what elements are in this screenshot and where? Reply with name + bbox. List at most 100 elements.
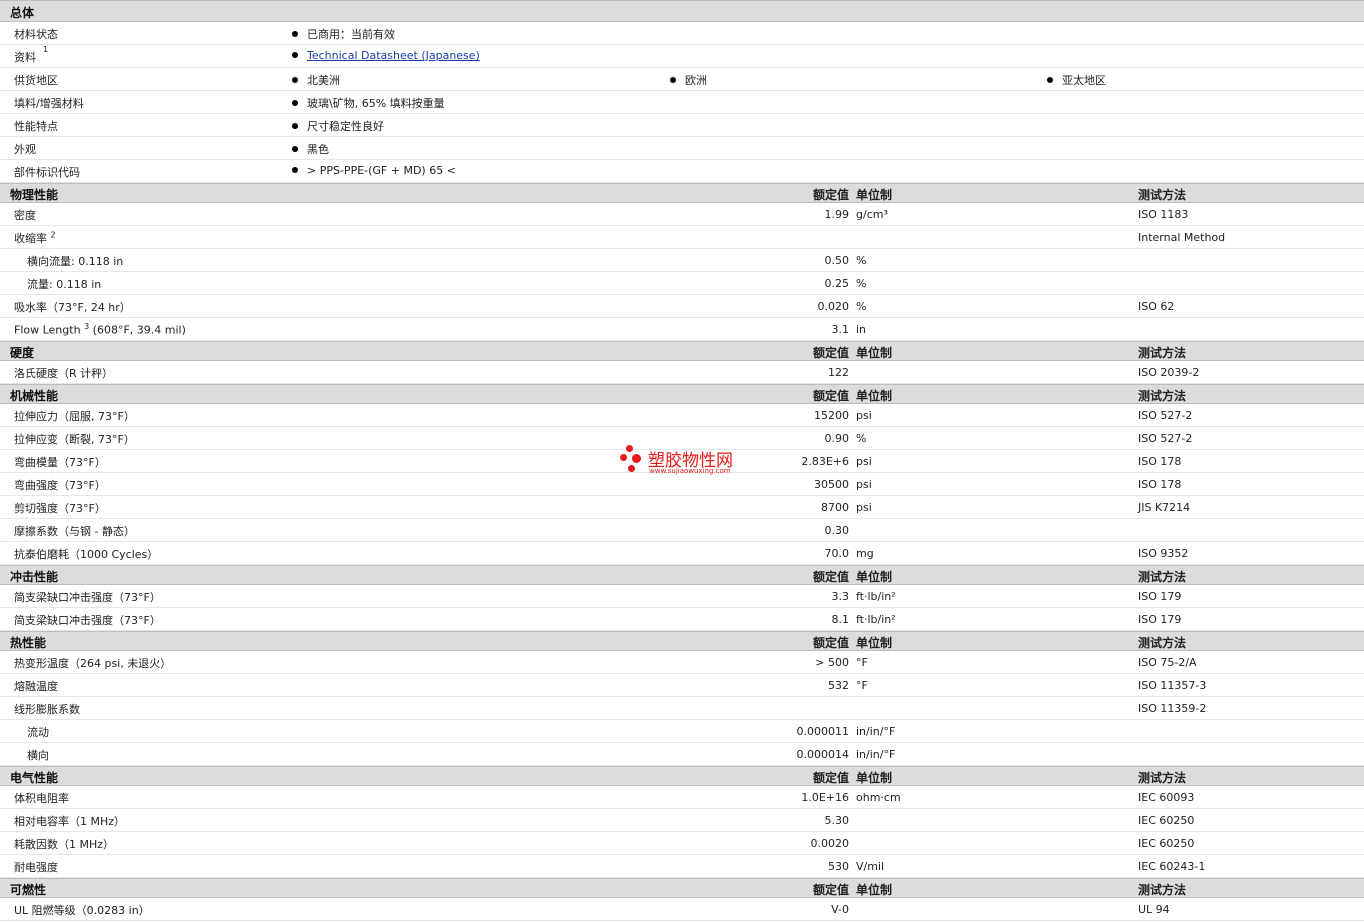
test-method: IEC 60093 <box>1138 791 1195 804</box>
general-row: 性能特点 尺寸稳定性良好 <box>0 114 1364 137</box>
property-value: 0.000011 <box>796 725 850 738</box>
column-header-method: 测试方法 <box>1138 636 1187 650</box>
property-row: 简支梁缺口冲击强度（73°F） 8.1 ft·lb/in² ISO 179 <box>0 608 1364 631</box>
property-value: > 500 <box>815 656 849 669</box>
section-title: 冲击性能 <box>10 570 59 584</box>
property-row: 线形膨胀系数 ISO 11359-2 <box>0 697 1364 720</box>
property-unit: % <box>856 432 867 445</box>
bullet-text: 亚太地区 <box>1062 74 1106 87</box>
property-row: 拉伸应力（屈服, 73°F） 15200 psi ISO 527-2 <box>0 404 1364 427</box>
general-row: 材料状态 已商用：当前有效 <box>0 22 1364 45</box>
test-method: ISO 1183 <box>1138 208 1189 221</box>
property-label: 吸水率（73°F, 24 hr） <box>14 301 131 314</box>
bullet-icon <box>670 77 676 83</box>
bullet-item: 亚太地区 <box>1047 72 1106 88</box>
property-label-group: 弯曲模量（73°F） <box>14 454 106 470</box>
property-label-group: 耗散因数（1 MHz） <box>14 836 114 852</box>
property-value: 70.0 <box>824 547 850 560</box>
section-title: 热性能 <box>10 636 47 650</box>
property-unit: in/in/°F <box>856 748 896 761</box>
column-header-unit: 单位制 <box>856 883 893 897</box>
bullet-item: 玻璃\矿物, 65% 填料按重量 <box>292 95 445 111</box>
property-label: 横向流量: 0.118 in <box>27 255 124 268</box>
property-label: 耐电强度 <box>14 861 58 874</box>
column-header-unit: 单位制 <box>856 636 893 650</box>
property-unit: ohm·cm <box>856 791 901 804</box>
property-unit: g/cm³ <box>856 208 888 221</box>
property-label-group: 密度 <box>14 207 36 223</box>
property-label: 体积电阻率 <box>14 792 69 805</box>
column-header-unit: 单位制 <box>856 389 893 403</box>
property-unit: °F <box>856 679 868 692</box>
property-label-group: 摩擦系数（与钢 - 静态） <box>14 523 135 539</box>
property-row: 吸水率（73°F, 24 hr） 0.020% ISO 62 <box>0 295 1364 318</box>
property-row: 熔融温度 532 °F ISO 11357-3 <box>0 674 1364 697</box>
property-label-group: 弯曲强度（73°F） <box>14 477 106 493</box>
column-header-value: 额定值 <box>812 570 849 584</box>
property-row: 摩擦系数（与钢 - 静态） 0.30 <box>0 519 1364 542</box>
property-value: V-0 <box>831 903 849 916</box>
property-label-group: Flow Length 3 (608°F, 39.4 mil) <box>14 322 186 337</box>
property-label-group: 简支梁缺口冲击强度（73°F） <box>14 612 161 628</box>
property-unit: V/mil <box>856 860 885 873</box>
property-label: 外观 <box>14 143 36 156</box>
property-value: 3.1 <box>831 323 850 336</box>
technical-datasheet-link[interactable]: Technical Datasheet (Japanese) <box>307 49 480 62</box>
property-label: 弯曲强度（73°F） <box>14 479 106 492</box>
section-title: 总体 <box>10 6 35 20</box>
property-label-group: 热变形温度（264 psi, 未退火） <box>14 655 171 671</box>
column-header-value: 额定值 <box>812 188 849 202</box>
column-header-method: 测试方法 <box>1138 188 1187 202</box>
property-label: 流量: 0.118 in <box>27 278 102 291</box>
property-value: 1.0E+16 <box>801 791 849 804</box>
bullet-icon <box>292 77 298 83</box>
general-row: 部件标识代码 > PPS-PPE-(GF + MD) 65 < <box>0 160 1364 183</box>
datasheet-link-item[interactable]: Technical Datasheet (Japanese) <box>292 49 480 62</box>
bullet-text: 欧洲 <box>685 74 707 87</box>
column-header-value: 额定值 <box>812 636 849 650</box>
property-label: 热变形温度（264 psi, 未退火） <box>14 657 172 670</box>
property-label-group: UL 阻燃等级（0.0283 in） <box>14 902 150 918</box>
property-value: 0.0020 <box>810 837 850 850</box>
column-header-method: 测试方法 <box>1138 389 1187 403</box>
general-row: 资料 1 Technical Datasheet (Japanese) <box>0 45 1364 68</box>
property-label: 材料状态 <box>14 28 58 41</box>
bullet-item: 黑色 <box>292 141 329 157</box>
test-method: ISO 11359-2 <box>1138 702 1207 715</box>
test-method: ISO 62 <box>1138 300 1175 313</box>
column-header-unit: 单位制 <box>856 771 893 785</box>
property-label-group: 洛氏硬度（R 计秤） <box>14 365 113 381</box>
section-title: 机械性能 <box>10 389 59 403</box>
property-label-group: 线形膨胀系数 <box>14 701 80 717</box>
bullet-icon <box>292 31 298 37</box>
test-method: ISO 178 <box>1138 478 1182 491</box>
section-header: 机械性能 额定值 单位制 测试方法 <box>0 384 1364 404</box>
property-value: 2.83E+6 <box>801 455 849 468</box>
property-condition: (608°F, 39.4 mil) <box>89 323 186 337</box>
column-header-method: 测试方法 <box>1138 346 1187 360</box>
section-title: 电气性能 <box>10 771 59 785</box>
property-unit: psi <box>856 501 872 514</box>
test-method: UL 94 <box>1138 903 1170 916</box>
property-label-group: 横向 <box>27 747 49 763</box>
general-row: 供货地区 北美洲 欧洲 亚太地区 <box>0 68 1364 91</box>
property-row: 剪切强度（73°F） 8700 psi JIS K7214 <box>0 496 1364 519</box>
property-unit: in/in/°F <box>856 725 896 738</box>
property-row: 横向流量: 0.118 in 0.50% <box>0 249 1364 272</box>
property-label-group: 收缩率 2 <box>14 230 56 246</box>
property-row: Flow Length 3 (608°F, 39.4 mil) 3.1 in <box>0 318 1364 341</box>
footnote-marker: 2 <box>50 230 56 240</box>
property-label-group: 熔融温度 <box>14 678 58 694</box>
property-label: 线形膨胀系数 <box>14 703 80 716</box>
bullet-icon <box>292 52 298 58</box>
property-label: 弯曲模量（73°F） <box>14 456 106 469</box>
property-label-group: 拉伸应变（断裂, 73°F） <box>14 431 135 447</box>
property-value: 30500 <box>814 478 849 491</box>
column-header-value: 额定值 <box>812 389 849 403</box>
test-method: Internal Method <box>1138 231 1226 244</box>
watermark-logo: 塑胶物性网 www.sujiaowuxing.com <box>620 443 760 479</box>
bullet-text: 尺寸稳定性良好 <box>307 120 384 133</box>
property-unit: % <box>856 300 867 313</box>
property-label-group: 流动 <box>27 724 49 740</box>
property-value: 5.30 <box>824 814 850 827</box>
